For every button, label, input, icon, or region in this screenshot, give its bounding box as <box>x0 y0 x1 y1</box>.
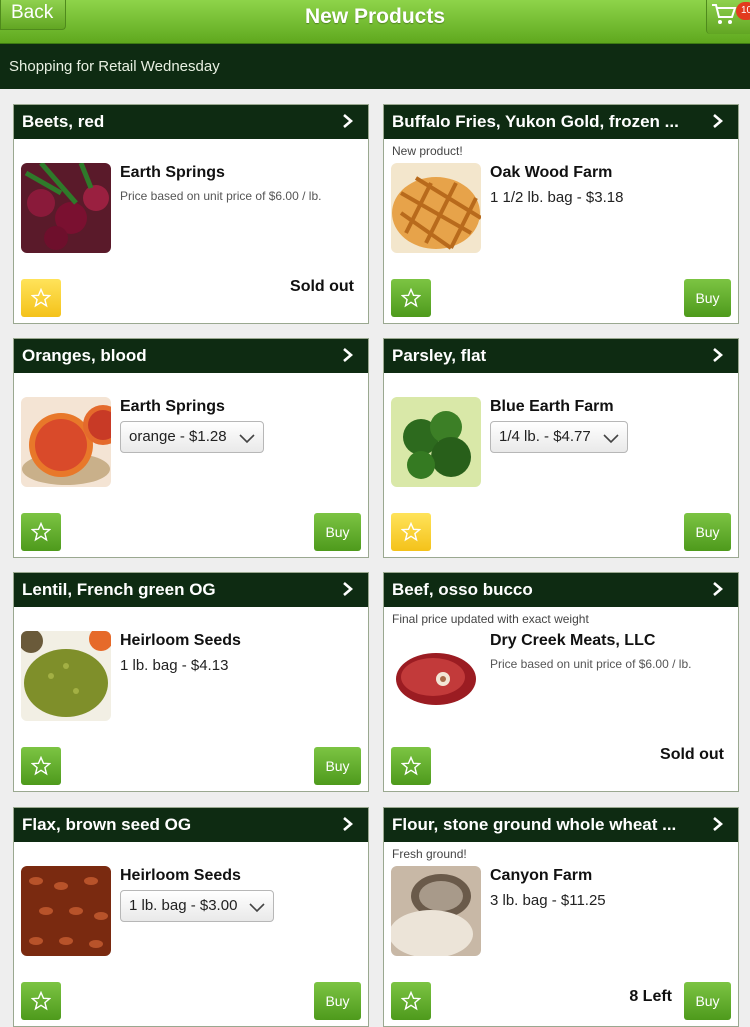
product-price: Price based on unit price of $6.00 / lb. <box>490 657 692 671</box>
product-price: 1 1/2 lb. bag - $3.18 <box>490 189 624 206</box>
product-card: Flax, brown seed OG Heirloom Seeds 1 lb.… <box>13 807 369 1027</box>
variant-select-value: orange - $1.28 <box>129 428 227 445</box>
product-name: Flax, brown seed OG <box>22 815 192 834</box>
star-icon <box>401 522 421 542</box>
buy-button[interactable]: Buy <box>314 513 361 551</box>
farm-name: Heirloom Seeds <box>120 867 241 884</box>
star-icon <box>31 522 51 542</box>
product-name: Beef, osso bucco <box>392 580 533 599</box>
chevron-right-icon <box>713 348 723 362</box>
product-header[interactable]: Beets, red <box>14 105 368 139</box>
favorite-button[interactable] <box>391 747 431 785</box>
product-image[interactable] <box>391 163 481 253</box>
product-note: Fresh ground! <box>392 847 467 861</box>
favorite-button[interactable] <box>21 279 61 317</box>
chevron-right-icon <box>713 114 723 128</box>
product-name: Buffalo Fries, Yukon Gold, frozen ... <box>392 112 679 131</box>
product-image[interactable] <box>391 866 481 956</box>
chevron-down-icon <box>239 434 255 444</box>
product-price: 1 lb. bag - $4.13 <box>120 657 229 674</box>
page-title: New Products <box>304 5 446 28</box>
buy-button[interactable]: Buy <box>314 747 361 785</box>
chevron-down-icon <box>249 903 265 913</box>
buy-button[interactable]: Buy <box>684 279 731 317</box>
product-header[interactable]: Lentil, French green OG <box>14 573 368 607</box>
variant-select[interactable]: orange - $1.28 <box>120 421 264 453</box>
farm-name: Blue Earth Farm <box>490 398 614 415</box>
farm-name: Heirloom Seeds <box>120 632 241 649</box>
star-icon <box>401 756 421 776</box>
star-icon <box>401 288 421 308</box>
product-price: 3 lb. bag - $11.25 <box>490 892 606 909</box>
chevron-right-icon <box>713 817 723 831</box>
buy-button[interactable]: Buy <box>684 513 731 551</box>
product-image[interactable] <box>21 397 111 487</box>
availability-status: 8 Left <box>629 988 672 1005</box>
product-name: Oranges, blood <box>22 346 147 365</box>
variant-select-value: 1 lb. bag - $3.00 <box>129 897 238 914</box>
farm-name: Earth Springs <box>120 398 225 415</box>
product-card: Oranges, blood Earth Springs orange - $1… <box>13 338 369 558</box>
variant-select[interactable]: 1/4 lb. - $4.77 <box>490 421 628 453</box>
cart-icon <box>712 4 737 24</box>
product-card: Beets, red Earth Springs Price based on … <box>13 104 369 324</box>
product-header[interactable]: Buffalo Fries, Yukon Gold, frozen ... <box>384 105 738 139</box>
product-card: Lentil, French green OG Heirloom Seeds 1… <box>13 572 369 792</box>
buy-button[interactable]: Buy <box>314 982 361 1020</box>
product-header[interactable]: Parsley, flat <box>384 339 738 373</box>
cart-count-badge: 10 <box>736 2 750 20</box>
product-name: Lentil, French green OG <box>22 580 216 599</box>
star-icon <box>401 991 421 1011</box>
favorite-button[interactable] <box>21 747 61 785</box>
product-card: Buffalo Fries, Yukon Gold, frozen ... Ne… <box>383 104 739 324</box>
product-name: Flour, stone ground whole wheat ... <box>392 815 677 834</box>
star-icon <box>31 991 51 1011</box>
variant-select[interactable]: 1 lb. bag - $3.00 <box>120 890 275 922</box>
farm-name: Dry Creek Meats, LLC <box>490 632 656 649</box>
buy-button[interactable]: Buy <box>684 982 731 1020</box>
favorite-button[interactable] <box>21 982 61 1020</box>
favorite-button[interactable] <box>391 513 431 551</box>
farm-name: Canyon Farm <box>490 867 593 884</box>
product-header[interactable]: Flax, brown seed OG <box>14 808 368 842</box>
product-image[interactable] <box>21 163 111 253</box>
chevron-right-icon <box>343 114 353 128</box>
chevron-down-icon <box>603 434 619 444</box>
farm-name: Earth Springs <box>120 164 225 181</box>
star-icon <box>31 288 51 308</box>
product-note: Final price updated with exact weight <box>392 612 589 626</box>
product-card: Flour, stone ground whole wheat ... Fres… <box>383 807 739 1027</box>
favorite-button[interactable] <box>391 279 431 317</box>
product-card: Beef, osso bucco Final price updated wit… <box>383 572 739 792</box>
shopping-context-bar: Shopping for Retail Wednesday <box>0 44 750 89</box>
product-name: Parsley, flat <box>392 346 487 365</box>
product-image[interactable] <box>391 397 481 487</box>
chevron-right-icon <box>713 582 723 596</box>
top-bar: Back New Products 10 <box>0 0 750 44</box>
product-note: New product! <box>392 144 463 158</box>
product-image[interactable] <box>21 631 111 721</box>
chevron-right-icon <box>343 817 353 831</box>
product-header[interactable]: Beef, osso bucco <box>384 573 738 607</box>
availability-status: Sold out <box>290 278 354 295</box>
chevron-right-icon <box>343 348 353 362</box>
cart-button[interactable]: 10 <box>706 0 750 34</box>
product-price: Price based on unit price of $6.00 / lb. <box>120 189 322 203</box>
shopping-context-text: Shopping for Retail Wednesday <box>9 58 220 75</box>
product-header[interactable]: Oranges, blood <box>14 339 368 373</box>
farm-name: Oak Wood Farm <box>490 164 613 181</box>
product-header[interactable]: Flour, stone ground whole wheat ... <box>384 808 738 842</box>
star-icon <box>31 756 51 776</box>
availability-status: Sold out <box>660 746 724 763</box>
favorite-button[interactable] <box>391 982 431 1020</box>
variant-select-value: 1/4 lb. - $4.77 <box>499 428 591 445</box>
product-card: Parsley, flat Blue Earth Farm 1/4 lb. - … <box>383 338 739 558</box>
product-image[interactable] <box>391 631 481 721</box>
product-image[interactable] <box>21 866 111 956</box>
chevron-right-icon <box>343 582 353 596</box>
product-name: Beets, red <box>22 112 105 131</box>
favorite-button[interactable] <box>21 513 61 551</box>
